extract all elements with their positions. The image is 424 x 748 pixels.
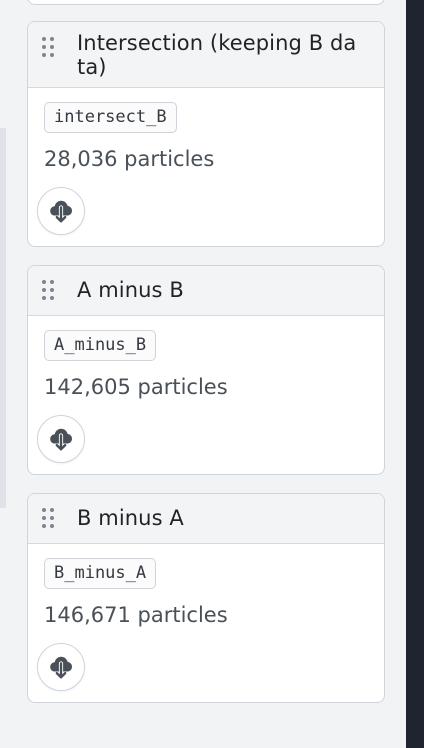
result-card-b-minus-a: B minus A B_minus_A 146,671 particles [27,493,385,703]
dataset-name-badge: B_minus_A [44,558,157,589]
card-body: A_minus_B 142,605 particles [28,316,384,473]
download-button[interactable] [37,415,85,463]
download-button[interactable] [37,187,85,235]
cloud-download-icon [50,656,72,680]
drag-handle-icon[interactable] [42,36,56,58]
particle-count: 142,605 particles [44,375,228,399]
particle-count: 28,036 particles [44,147,215,171]
card-header[interactable]: B minus A [28,494,384,544]
card-header[interactable]: A minus B [28,266,384,316]
previous-card-fragment [27,0,385,5]
card-body: intersect_B 28,036 particles [28,88,384,245]
panel-scrollbar[interactable] [0,128,6,508]
download-button[interactable] [37,643,85,691]
app-edge [406,0,424,748]
dataset-name-badge: A_minus_B [44,330,157,361]
result-card-intersection: Intersection (keeping B data) intersect_… [27,21,385,247]
dataset-name-badge: intersect_B [44,102,177,133]
card-title: B minus A [77,506,184,530]
cloud-download-icon [50,428,72,452]
drag-handle-icon[interactable] [42,279,56,301]
cloud-download-icon [50,200,72,224]
drag-handle-icon[interactable] [42,507,56,529]
card-body: B_minus_A 146,671 particles [28,544,384,701]
particle-count: 146,671 particles [44,603,228,627]
card-header[interactable]: Intersection (keeping B data) [28,22,384,88]
card-title: Intersection (keeping B data) [77,31,357,79]
result-card-a-minus-b: A minus B A_minus_B 142,605 particles [27,265,385,475]
card-title: A minus B [77,278,184,302]
